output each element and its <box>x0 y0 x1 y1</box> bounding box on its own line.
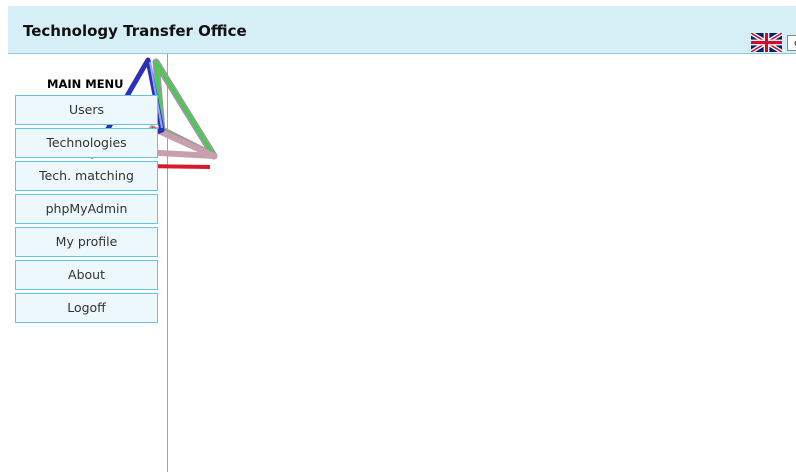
menu-item-about[interactable]: About <box>15 260 158 290</box>
menu-item-logoff[interactable]: Logoff <box>15 293 158 323</box>
menu-item-my-profile[interactable]: My profile <box>15 227 158 257</box>
app-title: Technology Transfer Office <box>23 22 247 40</box>
language-select[interactable]: en <box>787 35 796 51</box>
main-menu: Users Technologies Tech. matching phpMyA… <box>15 95 158 326</box>
page: Technology Transfer Office en MAIN MENU … <box>0 0 796 472</box>
menu-item-tech-matching[interactable]: Tech. matching <box>15 161 158 191</box>
main-menu-title: MAIN MENU <box>47 77 124 91</box>
menu-item-technologies[interactable]: Technologies <box>15 128 158 158</box>
header-bar: Technology Transfer Office en <box>8 6 796 54</box>
menu-item-phpmyadmin[interactable]: phpMyAdmin <box>15 194 158 224</box>
uk-flag-icon[interactable] <box>751 33 782 52</box>
menu-item-users[interactable]: Users <box>15 95 158 125</box>
